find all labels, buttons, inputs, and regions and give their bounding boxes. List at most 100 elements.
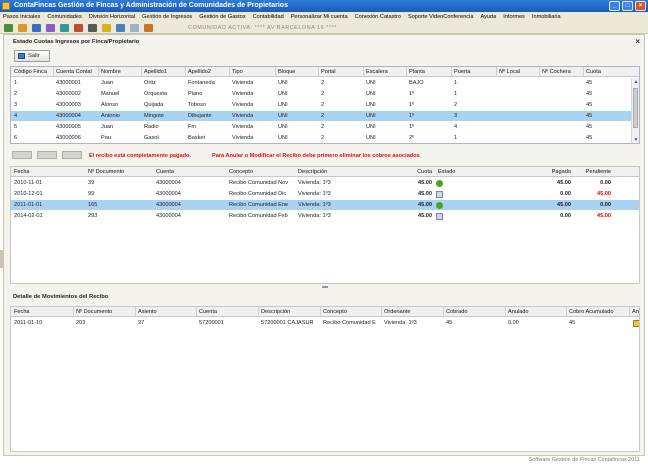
table-row[interactable]: 4 43000004 Antonio Mingote Dibujante Vivienda…: [11, 111, 633, 121]
col-header-2[interactable]: Cuenta: [156, 169, 174, 175]
settings-icon[interactable]: [130, 24, 139, 32]
col-header-8[interactable]: Anulado: [508, 309, 529, 315]
menu-informes[interactable]: Informes: [503, 14, 525, 20]
col-header-7[interactable]: Portal: [321, 69, 336, 75]
col-header-2[interactable]: Asiento: [138, 309, 157, 315]
table-row[interactable]: 2011-01-10 203 97 57200001 57200001 CAJASUR R…: [11, 318, 639, 328]
table-row[interactable]: 2011-01-01 165 43000004 Recibo Comunidad En…: [11, 200, 639, 210]
col-header-9[interactable]: Planta: [409, 69, 425, 75]
scroll-down-icon[interactable]: ▼: [633, 137, 639, 143]
table-cell: 2011-01-10: [14, 320, 43, 326]
table-row[interactable]: 2014-02-01 293 43000004 Recibo Comunidad Fe…: [11, 211, 639, 221]
key-icon[interactable]: [46, 24, 55, 32]
close-window-button[interactable]: ×: [635, 1, 646, 11]
col-header-4[interactable]: Descripción: [261, 309, 290, 315]
menu-gestion-gastos[interactable]: Gestión de Gastos: [199, 14, 245, 20]
salir-button[interactable]: Salir: [14, 50, 50, 62]
col-header-10[interactable]: Puerta: [454, 69, 470, 75]
col-header-10[interactable]: An: [632, 309, 639, 315]
col-header-0[interactable]: Fecha: [14, 309, 30, 315]
detalle-grid[interactable]: Fecha Nº Documento Asiento Cuenta Descripció…: [10, 306, 640, 452]
col-header-6[interactable]: Ordenante: [384, 309, 410, 315]
scroll-thumb[interactable]: [633, 88, 638, 128]
col-header-5[interactable]: Cuota: [417, 169, 432, 175]
splitter-handle[interactable]: [4, 285, 644, 289]
menu-pasos-iniciales[interactable]: Pasos Iniciales: [3, 14, 40, 20]
table-row[interactable]: 2 43000002 Manuel Orquesta Piano Vivienda UNI 2…: [11, 89, 633, 99]
col-header-7[interactable]: Cobrado: [446, 309, 467, 315]
money-icon[interactable]: [102, 24, 111, 32]
col-header-8[interactable]: Escalera: [366, 69, 388, 75]
table-row[interactable]: 2010-12-01 99 43000004 Recibo Comunidad Dic…: [11, 189, 639, 199]
table-cell: 43000003: [56, 102, 81, 108]
col-separator: [73, 307, 74, 317]
person-icon[interactable]: [60, 24, 69, 32]
document-icon[interactable]: [74, 24, 83, 32]
people-icon[interactable]: [32, 24, 41, 32]
col-header-6[interactable]: Bloque: [278, 69, 295, 75]
table-cell: 5: [14, 124, 18, 130]
close-panel-icon[interactable]: ×: [635, 37, 640, 46]
col-header-4[interactable]: Descripción: [298, 169, 327, 175]
col-header-11[interactable]: Nº Local: [499, 69, 520, 75]
menu-conexion-catastro[interactable]: Conexión Catastro: [355, 14, 401, 20]
col-header-9[interactable]: Cobro Acumulado: [569, 309, 613, 315]
col-header-1[interactable]: Nº Documento: [88, 169, 124, 175]
minimize-button[interactable]: _: [609, 1, 620, 11]
pendiente-cell: 45.00: [597, 213, 611, 219]
table-row[interactable]: 6 43000006 Pau Gasol Basket Vivienda UNI 2 UNI 2º…: [11, 133, 633, 143]
col-header-3[interactable]: Apellido1: [144, 69, 167, 75]
table-row[interactable]: 2010-11-01 39 43000004 Recibo Comunidad Nov…: [11, 178, 639, 188]
chart-icon[interactable]: [116, 24, 125, 32]
table-cell: 43000001: [56, 80, 81, 86]
menu-personalizar[interactable]: Personalizar Mi cuenta: [291, 14, 348, 20]
col-header-1[interactable]: Nº Documento: [76, 309, 112, 315]
add-recibo-button[interactable]: [12, 151, 32, 159]
paid-status-icon[interactable]: [436, 180, 443, 187]
fincas-grid[interactable]: Código Finca Cuenta Contal Nombre Apellido1…: [10, 66, 640, 144]
menu-division-horizontal[interactable]: División Horizontal: [89, 14, 135, 20]
table-row[interactable]: 5 43000005 Juan Radio Fm Vivienda UNI 2 UNI 1º 4 45: [11, 122, 633, 132]
recibos-grid[interactable]: Fecha Nº Documento Cuenta Concepto Descripci…: [10, 166, 640, 284]
col-header-3[interactable]: Cuenta: [199, 309, 217, 315]
scroll-up-icon[interactable]: ▲: [633, 79, 639, 85]
col-header-1[interactable]: Cuenta Contal: [56, 69, 92, 75]
folder-icon[interactable]: [18, 24, 27, 32]
table-cell: Vivienda: 1º3: [298, 213, 331, 219]
menu-contabilidad[interactable]: Contabilidad: [253, 14, 284, 20]
col-header-4[interactable]: Apellido2: [188, 69, 211, 75]
table-cell: 0.00: [508, 320, 519, 326]
col-header-2[interactable]: Nombre: [101, 69, 121, 75]
building-icon[interactable]: [4, 24, 13, 32]
col-header-6[interactable]: Estado: [438, 169, 455, 175]
col-header-13[interactable]: Cuota: [586, 69, 601, 75]
col-header-5[interactable]: Tipo: [232, 69, 243, 75]
col-header-12[interactable]: Nº Cochera: [542, 69, 571, 75]
table-row[interactable]: 1 43000001 Juan Ortiz Fontaneda Vivienda UNI 2 U…: [11, 78, 633, 88]
col-header-8[interactable]: Pendiente: [586, 169, 611, 175]
annul-icon[interactable]: [633, 320, 639, 327]
table-row[interactable]: 3 43000003 Alonso Quijada Toboso Vivienda UNI 2…: [11, 100, 633, 110]
col-header-3[interactable]: Concepto: [229, 169, 253, 175]
maximize-button[interactable]: □: [622, 1, 633, 11]
col-header-0[interactable]: Código Finca: [14, 69, 47, 75]
table-cell: 1º: [409, 102, 415, 108]
paid-status-icon[interactable]: [436, 202, 443, 209]
menu-soporte-video[interactable]: Soporte VideoConferencia: [408, 14, 474, 20]
pending-document-icon[interactable]: [436, 191, 443, 198]
calculator-icon[interactable]: [88, 24, 97, 32]
pending-document-icon[interactable]: [436, 213, 443, 220]
menu-ayuda[interactable]: Ayuda: [480, 14, 496, 20]
col-separator: [381, 307, 382, 317]
menu-inmobiliaria[interactable]: Inmobiliaria: [532, 14, 561, 20]
fincas-scrollbar[interactable]: ▲ ▼: [631, 78, 639, 143]
help-icon[interactable]: [144, 24, 153, 32]
col-header-5[interactable]: Concepto: [323, 309, 347, 315]
edit-recibo-button[interactable]: [37, 151, 57, 159]
delete-recibo-button[interactable]: [62, 151, 82, 159]
col-header-0[interactable]: Fecha: [14, 169, 30, 175]
col-separator: [505, 307, 506, 317]
col-header-7[interactable]: Pagado: [552, 169, 571, 175]
menu-comunidades[interactable]: Comunidades: [47, 14, 82, 20]
menu-gestion-ingresos[interactable]: Gestión de Ingresos: [142, 14, 192, 20]
